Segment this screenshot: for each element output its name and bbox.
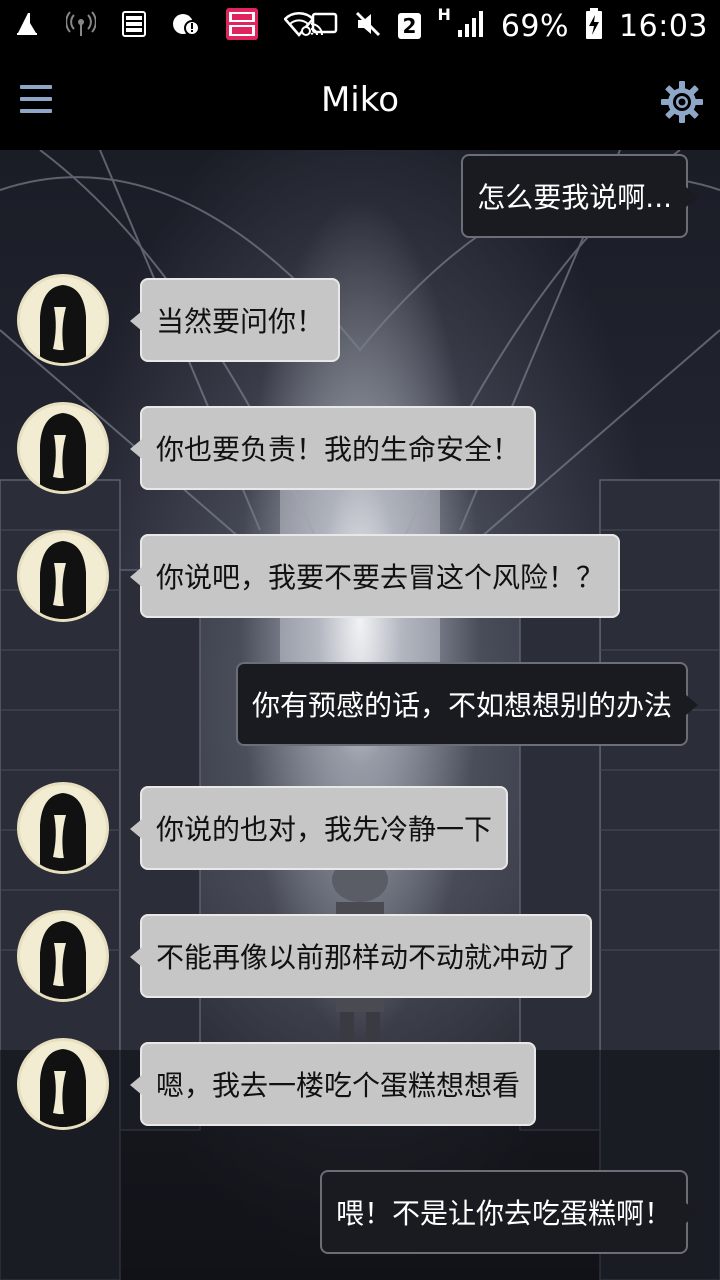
- incoming-message-bubble[interactable]: 你说的也对，我先冷静一下: [129, 786, 509, 870]
- message-row: 当然要问你！: [0, 274, 720, 374]
- incoming-message-bubble[interactable]: 当然要问你！: [129, 278, 341, 362]
- incoming-message-bubble[interactable]: 嗯，我去一楼吃个蛋糕想想看: [129, 1042, 537, 1126]
- app-header: Miko: [0, 52, 720, 150]
- chat-area[interactable]: 怎么要我说啊... 当然要问你！ 你也要负责！我的生命安全！ 你说吧，我要不要去冒这个…: [0, 150, 720, 1280]
- outgoing-message-bubble[interactable]: 你有预感的话，不如想想别的办法: [235, 662, 699, 746]
- status-bar-left-icons: [14, 8, 315, 44]
- storage-icon: [122, 11, 146, 41]
- mute-icon: [354, 10, 382, 42]
- contact-avatar[interactable]: [17, 402, 109, 494]
- outgoing-message-bubble[interactable]: 怎么要我说啊...: [461, 154, 698, 238]
- incoming-message-bubble[interactable]: 你也要负责！我的生命安全！: [129, 406, 537, 490]
- contact-avatar[interactable]: [17, 274, 109, 366]
- contact-avatar[interactable]: [17, 1038, 109, 1130]
- contact-avatar[interactable]: [17, 530, 109, 622]
- wifi-hotspot-icon: [65, 10, 97, 42]
- status-bar: 2 H 69% 16:03: [0, 0, 720, 52]
- message-row: 喂！不是让你去吃蛋糕啊！: [0, 1170, 720, 1266]
- contact-avatar[interactable]: [17, 910, 109, 1002]
- incoming-message-bubble[interactable]: 你说吧，我要不要去冒这个风险！？: [129, 534, 621, 618]
- message-row: 你说吧，我要不要去冒这个风险！？: [0, 530, 720, 630]
- signal-icon: [457, 10, 485, 42]
- app-badge-icon: [226, 8, 258, 44]
- incoming-message-bubble[interactable]: 不能再像以前那样动不动就冲动了: [129, 914, 593, 998]
- network-type-label: H: [437, 4, 451, 24]
- clock: 16:03: [619, 8, 708, 44]
- page-title: Miko: [320, 80, 400, 120]
- alert-icon: [172, 11, 200, 41]
- message-row: 不能再像以前那样动不动就冲动了: [0, 910, 720, 1010]
- outgoing-message-bubble[interactable]: 喂！不是让你去吃蛋糕啊！: [319, 1170, 699, 1254]
- gear-icon[interactable]: [660, 80, 704, 124]
- battery-percent: 69%: [500, 8, 570, 44]
- message-row: 你说的也对，我先冷静一下: [0, 782, 720, 882]
- message-row: 你有预感的话，不如想想别的办法: [0, 662, 720, 758]
- contact-avatar[interactable]: [17, 782, 109, 874]
- status-bar-right-icons: 2 H 69% 16:03: [310, 4, 708, 46]
- message-row: 嗯，我去一楼吃个蛋糕想想看: [0, 1038, 720, 1138]
- cleaner-icon: [14, 11, 40, 41]
- sim-slot-badge: 2: [397, 13, 422, 39]
- cast-icon: [310, 12, 338, 40]
- message-row: 你也要负责！我的生命安全！: [0, 402, 720, 502]
- message-row: 怎么要我说啊...: [0, 154, 720, 250]
- battery-charging-icon: [585, 8, 603, 44]
